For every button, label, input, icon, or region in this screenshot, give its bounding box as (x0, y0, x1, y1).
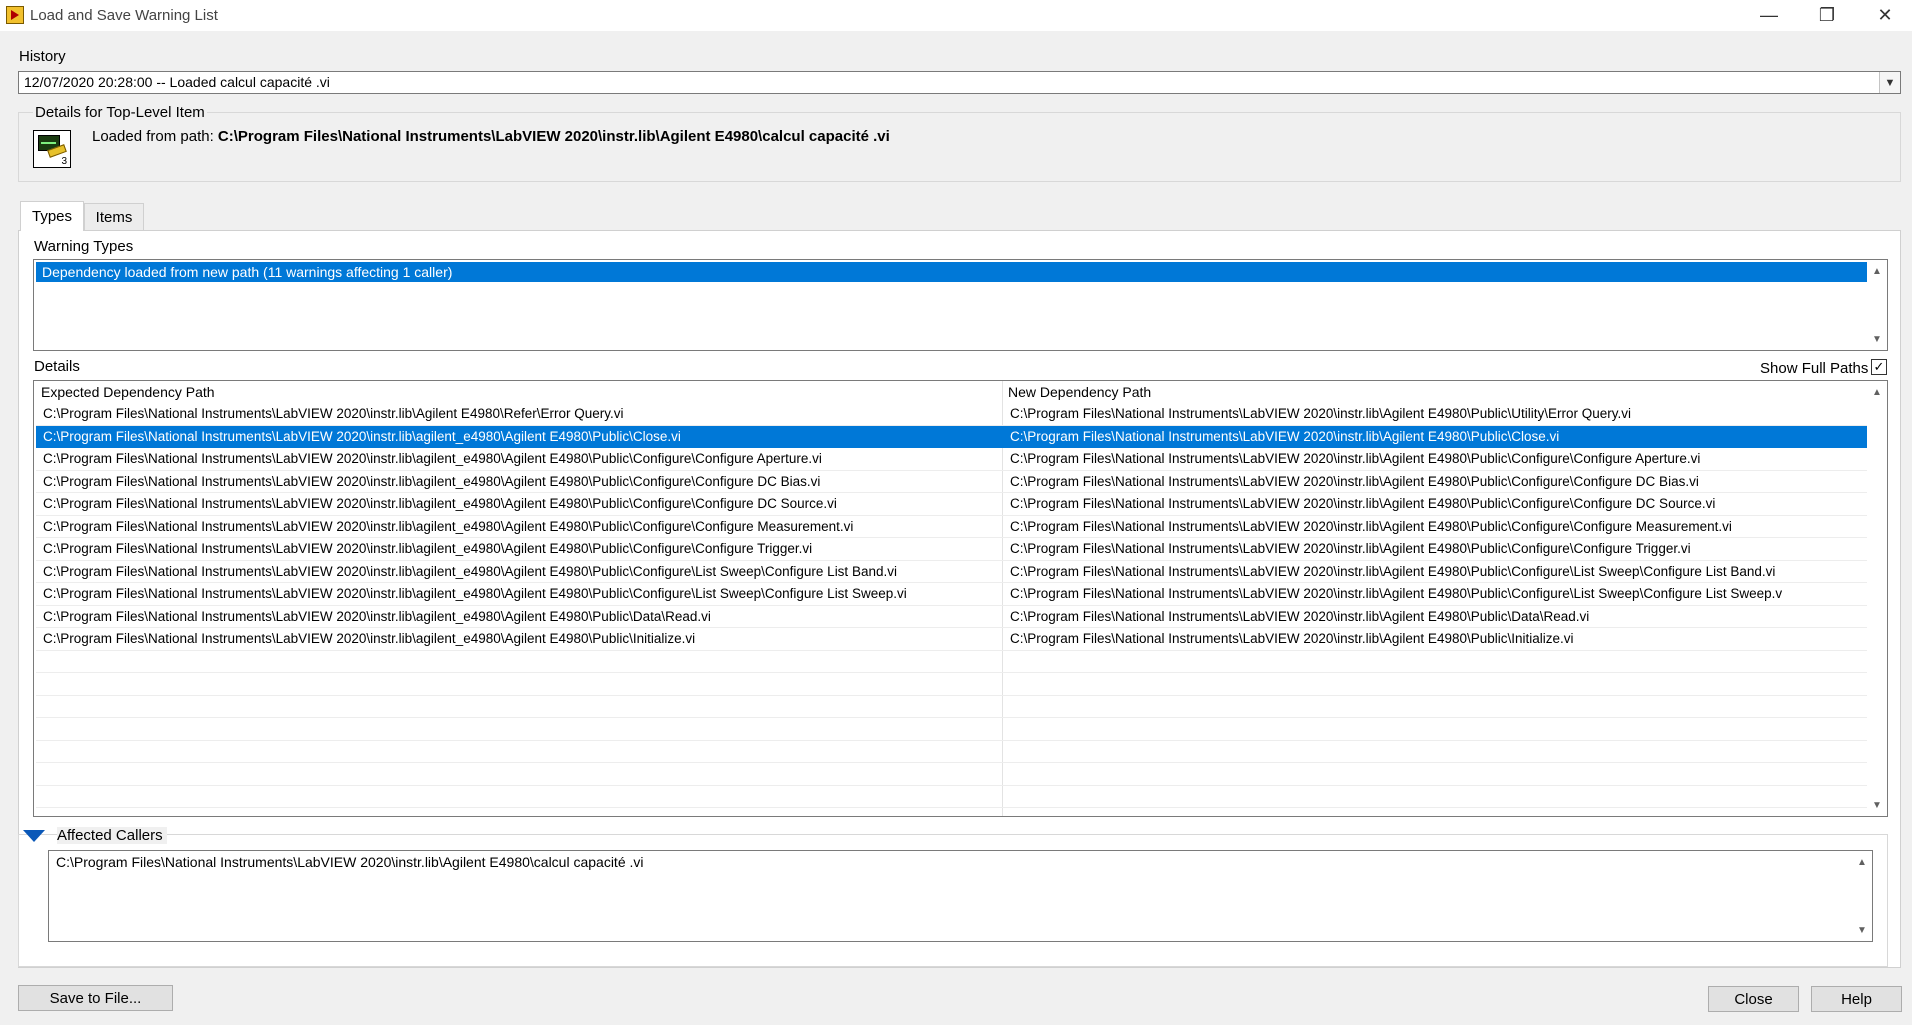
expected-path-cell: C:\Program Files\National Instruments\La… (43, 631, 696, 646)
expected-path-cell: C:\Program Files\National Instruments\La… (43, 541, 813, 556)
expected-path-cell: C:\Program Files\National Instruments\La… (43, 563, 897, 579)
save-to-file-button[interactable]: Save to File... (18, 985, 173, 1011)
collapse-triangle-icon[interactable] (23, 830, 45, 842)
scroll-up-icon[interactable]: ▲ (1867, 383, 1887, 401)
window-title: Load and Save Warning List (30, 7, 218, 24)
new-path-cell: C:\Program Files\National Instruments\La… (1010, 631, 1574, 646)
restore-icon: ❐ (1818, 5, 1836, 25)
vi-icon-number: 3 (61, 156, 67, 167)
new-path-cell: C:\Program Files\National Instruments\La… (1010, 586, 1783, 601)
new-path-cell: C:\Program Files\National Instruments\La… (1010, 451, 1701, 466)
top-level-details-group (18, 112, 1901, 182)
expected-path-cell: C:\Program Files\National Instruments\La… (43, 406, 624, 421)
minimize-icon: — (1760, 5, 1778, 25)
expected-path-cell: C:\Program Files\National Instruments\La… (43, 428, 681, 444)
history-dropdown[interactable]: 12/07/2020 20:28:00 -- Loaded calcul cap… (18, 71, 1901, 94)
loaded-from-path: Loaded from path: C:\Program Files\Natio… (92, 128, 890, 145)
restore-button[interactable]: ❐ (1798, 0, 1856, 31)
list-item[interactable]: C:\Program Files\National Instruments\La… (56, 854, 644, 870)
details-scrollbar[interactable]: ▲ ▼ (1867, 381, 1887, 816)
expected-path-cell: C:\Program Files\National Instruments\La… (43, 473, 821, 489)
expected-path-cell: C:\Program Files\National Instruments\La… (43, 608, 711, 624)
table-row[interactable]: C:\Program Files\National Instruments\La… (36, 425, 1867, 448)
details-label: Details (34, 358, 80, 375)
table-row[interactable]: C:\Program Files\National Instruments\La… (36, 403, 1867, 426)
affected-callers-scrollbar[interactable]: ▲ ▼ (1852, 851, 1872, 941)
history-selected-value: 12/07/2020 20:28:00 -- Loaded calcul cap… (24, 74, 330, 90)
table-row[interactable] (36, 673, 1867, 696)
new-path-cell: C:\Program Files\National Instruments\La… (1010, 541, 1691, 556)
column-header-expected[interactable]: Expected Dependency Path (34, 381, 1001, 403)
help-button[interactable]: Help (1811, 986, 1902, 1012)
warning-types-list[interactable]: Dependency loaded from new path (11 warn… (33, 259, 1888, 351)
vi-icon: 3 (33, 130, 71, 168)
warning-types-label: Warning Types (34, 238, 134, 255)
expected-path-cell: C:\Program Files\National Instruments\La… (43, 496, 837, 511)
close-window-button[interactable]: ✕ (1856, 0, 1912, 31)
affected-callers-list[interactable]: C:\Program Files\National Instruments\La… (48, 850, 1873, 942)
loaded-from-path-value: C:\Program Files\National Instruments\La… (217, 128, 890, 145)
table-row[interactable] (36, 786, 1867, 808)
details-table[interactable]: Expected Dependency Path New Dependency … (33, 380, 1888, 817)
table-row[interactable]: C:\Program Files\National Instruments\La… (36, 493, 1867, 516)
table-row[interactable]: C:\Program Files\National Instruments\La… (36, 606, 1867, 628)
show-full-paths-label: Show Full Paths (1760, 360, 1869, 377)
history-label: History (19, 48, 66, 65)
expected-path-cell: C:\Program Files\National Instruments\La… (43, 518, 854, 534)
new-path-cell: C:\Program Files\National Instruments\La… (1010, 496, 1716, 511)
table-row[interactable]: C:\Program Files\National Instruments\La… (36, 561, 1867, 583)
show-full-paths-checkbox[interactable]: ✓ (1871, 359, 1887, 375)
table-row[interactable]: C:\Program Files\National Instruments\La… (36, 471, 1867, 493)
column-header-new[interactable]: New Dependency Path (1001, 381, 1868, 403)
scroll-down-icon[interactable]: ▼ (1867, 330, 1887, 348)
table-row[interactable] (36, 651, 1867, 673)
new-path-cell: C:\Program Files\National Instruments\La… (1010, 608, 1590, 624)
new-path-cell: C:\Program Files\National Instruments\La… (1010, 406, 1631, 421)
tab-items[interactable]: Items (84, 203, 144, 230)
scroll-down-icon[interactable]: ▼ (1852, 921, 1872, 939)
new-path-cell: C:\Program Files\National Instruments\La… (1010, 518, 1732, 534)
new-path-cell: C:\Program Files\National Instruments\La… (1010, 428, 1560, 444)
new-path-cell: C:\Program Files\National Instruments\La… (1010, 563, 1776, 579)
scroll-up-icon[interactable]: ▲ (1852, 853, 1872, 871)
close-icon: ✕ (1877, 5, 1893, 25)
table-row[interactable]: C:\Program Files\National Instruments\La… (36, 538, 1867, 561)
expected-path-cell: C:\Program Files\National Instruments\La… (43, 586, 907, 601)
scroll-up-icon[interactable]: ▲ (1867, 262, 1887, 280)
table-row[interactable]: C:\Program Files\National Instruments\La… (36, 628, 1867, 651)
labview-app-icon (6, 6, 24, 24)
expected-path-cell: C:\Program Files\National Instruments\La… (43, 451, 822, 466)
table-row[interactable]: C:\Program Files\National Instruments\La… (36, 583, 1867, 606)
chevron-down-icon[interactable]: ▼ (1879, 72, 1900, 93)
close-button[interactable]: Close (1708, 986, 1799, 1012)
minimize-button[interactable]: — (1740, 0, 1798, 31)
table-row[interactable] (36, 741, 1867, 763)
top-level-details-label: Details for Top-Level Item (33, 104, 207, 121)
loaded-from-prefix: Loaded from path: (92, 128, 218, 145)
table-row[interactable] (36, 696, 1867, 718)
new-path-cell: C:\Program Files\National Instruments\La… (1010, 473, 1699, 489)
affected-callers-label: Affected Callers (57, 827, 167, 844)
scroll-down-icon[interactable]: ▼ (1867, 796, 1887, 814)
table-row[interactable] (36, 763, 1867, 786)
list-item[interactable]: Dependency loaded from new path (11 warn… (36, 262, 1867, 282)
table-row[interactable]: C:\Program Files\National Instruments\La… (36, 448, 1867, 471)
warning-types-scrollbar[interactable]: ▲ ▼ (1867, 260, 1887, 350)
table-row[interactable] (36, 718, 1867, 741)
tab-types[interactable]: Types (20, 201, 84, 231)
table-row[interactable]: C:\Program Files\National Instruments\La… (36, 516, 1867, 538)
title-bar (0, 0, 1912, 31)
